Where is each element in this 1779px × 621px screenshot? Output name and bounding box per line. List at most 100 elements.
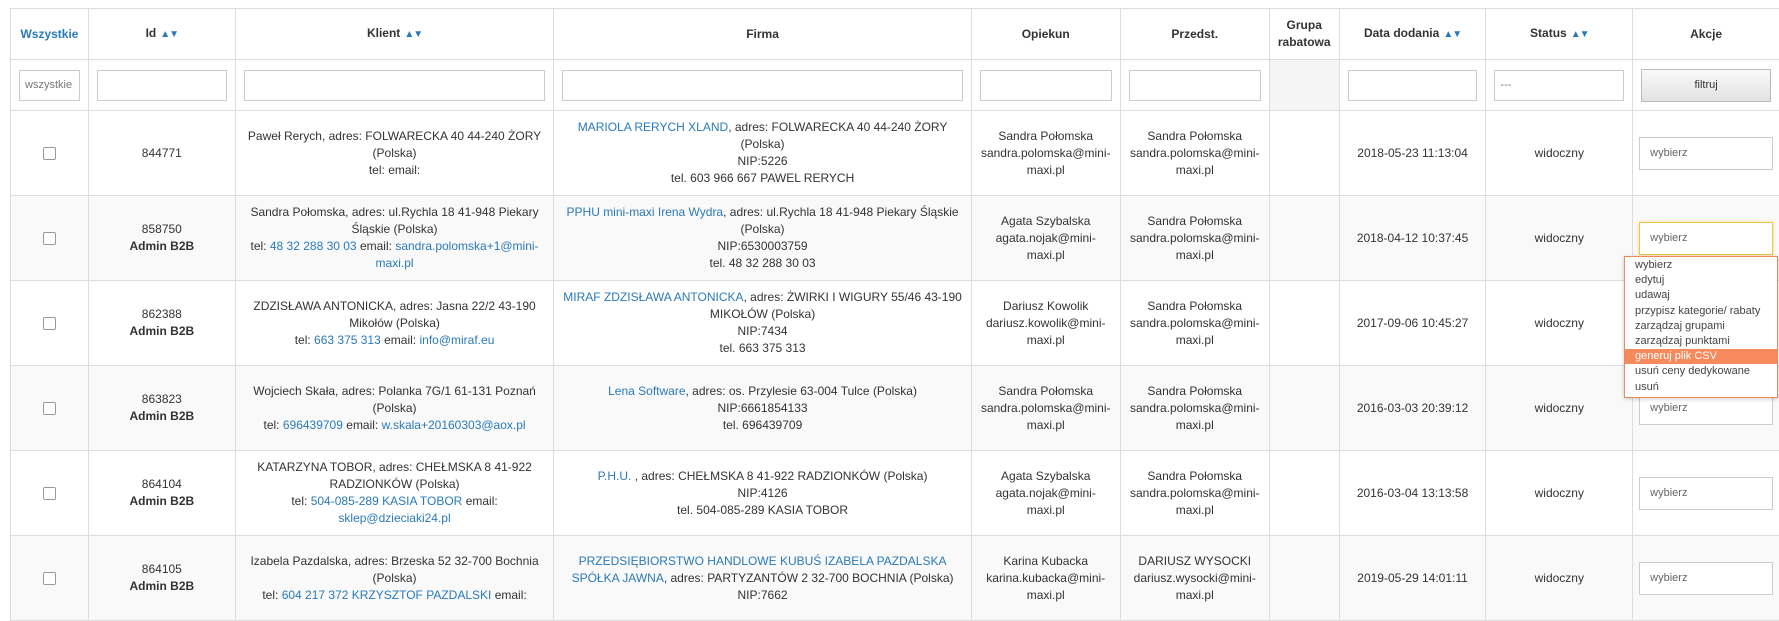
table-row: 864104Admin B2B KATARZYNA TOBOR, adres: … (11, 451, 1779, 536)
action-select[interactable]: wybierz (1639, 137, 1773, 170)
filter-row: wszystkie --- filtruj (11, 60, 1779, 111)
table-row: 844771 Paweł Rerych, adres: FOLWARECKA 4… (11, 111, 1779, 196)
row-checkbox[interactable] (43, 232, 56, 245)
menu-item-usun-ceny[interactable]: usuń ceny dedykowane (1625, 364, 1777, 379)
action-select[interactable]: wybierz (1639, 222, 1773, 255)
klient-email-link[interactable]: info@miraf.eu (419, 333, 494, 347)
data-filter-input[interactable] (1348, 70, 1478, 101)
przedst-filter-input[interactable] (1129, 70, 1261, 101)
sort-arrows-icon[interactable]: ▲▼ (1443, 29, 1461, 40)
klient-email-link[interactable]: sandra.polomska+1@mini-maxi.pl (376, 239, 539, 270)
clients-table: Wszystkie Id▲▼ Klient▲▼ Firma Opiekun Pr… (10, 8, 1779, 621)
table-row: 862388Admin B2B ZDZISŁAWA ANTONICKA, adr… (11, 281, 1779, 366)
opiekun-header: Opiekun (971, 9, 1120, 60)
action-select[interactable]: wybierz (1639, 477, 1773, 510)
menu-item-generuj-csv[interactable]: generuj plik CSV (1625, 349, 1777, 364)
row-data-cell: 2018-05-23 11:13:04 (1339, 111, 1486, 196)
select-filter[interactable]: wszystkie (19, 70, 80, 101)
row-klient-cell: KATARZYNA TOBOR, adres: CHEŁMSKA 8 41-92… (235, 451, 554, 536)
row-klient-cell: Izabela Pazdalska, adres: Brzeska 52 32-… (235, 536, 554, 621)
status-filter-select[interactable]: --- (1494, 70, 1624, 101)
row-przedst-cell: DARIUSZ WYSOCKIdariusz.wysocki@mini-maxi… (1120, 536, 1269, 621)
action-select[interactable]: wybierz (1639, 562, 1773, 595)
menu-item-udawaj[interactable]: udawaj (1625, 288, 1777, 303)
action-dropdown-menu: wybierz edytuj udawaj przypisz kategorie… (1624, 256, 1778, 398)
menu-item-edytuj[interactable]: edytuj (1625, 273, 1777, 288)
klient-tel-link[interactable]: 663 375 313 (314, 333, 381, 347)
firma-filter-input[interactable] (562, 70, 962, 101)
klient-tel-link[interactable]: 504-085-289 KASIA TOBOR (311, 494, 463, 508)
id-header[interactable]: Id▲▼ (88, 9, 235, 60)
row-data-cell: 2017-09-06 10:45:27 (1339, 281, 1486, 366)
table-row: 863823Admin B2B Wojciech Skała, adres: P… (11, 366, 1779, 451)
row-opiekun-cell: Karina Kubackakarina.kubacka@mini-maxi.p… (971, 536, 1120, 621)
row-opiekun-cell: Sandra Połomskasandra.polomska@mini-maxi… (971, 366, 1120, 451)
row-grupa-cell (1269, 536, 1339, 621)
row-id-cell: 862388Admin B2B (88, 281, 235, 366)
sort-arrows-icon[interactable]: ▲▼ (404, 29, 422, 40)
menu-item-zarzadzaj-punktami[interactable]: zarządzaj punktami (1625, 334, 1777, 349)
menu-item-wybierz[interactable]: wybierz (1625, 258, 1777, 273)
row-klient-cell: ZDZISŁAWA ANTONICKA, adres: Jasna 22/2 4… (235, 281, 554, 366)
menu-item-zarzadzaj-grupami[interactable]: zarządzaj grupami (1625, 319, 1777, 334)
row-firma-cell: MIRAF ZDZISŁAWA ANTONICKA, adres: ŻWIRKI… (554, 281, 971, 366)
firma-header: Firma (554, 9, 971, 60)
row-firma-cell: PPHU mini-maxi Irena Wydra, adres: ul.Ry… (554, 196, 971, 281)
klient-email-link[interactable]: sklep@dzieciaki24.pl (338, 511, 450, 525)
row-firma-cell: P.H.U. , adres: CHEŁMSKA 8 41-922 RADZIO… (554, 451, 971, 536)
row-data-cell: 2016-03-03 20:39:12 (1339, 366, 1486, 451)
row-grupa-cell (1269, 451, 1339, 536)
row-opiekun-cell: Agata Szybalskaagata.nojak@mini-maxi.pl (971, 196, 1120, 281)
row-przedst-cell: Sandra Połomskasandra.polomska@mini-maxi… (1120, 366, 1269, 451)
menu-item-przypisz-kategorie[interactable]: przypisz kategorie/ rabaty (1625, 304, 1777, 319)
row-status-cell: widoczny (1486, 536, 1633, 621)
klient-tel-link[interactable]: 48 32 288 30 03 (270, 239, 357, 253)
row-klient-cell: Paweł Rerych, adres: FOLWARECKA 40 44-24… (235, 111, 554, 196)
id-filter-input[interactable] (97, 70, 227, 101)
row-data-cell: 2018-04-12 10:37:45 (1339, 196, 1486, 281)
status-header[interactable]: Status▲▼ (1486, 9, 1633, 60)
sort-arrows-icon[interactable]: ▲▼ (1571, 29, 1589, 40)
row-checkbox[interactable] (43, 572, 56, 585)
row-status-cell: widoczny (1486, 366, 1633, 451)
row-przedst-cell: Sandra Połomskasandra.polomska@mini-maxi… (1120, 111, 1269, 196)
row-data-cell: 2016-03-04 13:13:58 (1339, 451, 1486, 536)
row-firma-cell: PRZEDSIĘBIORSTWO HANDLOWE KUBUŚ IZABELA … (554, 536, 971, 621)
row-klient-cell: Wojciech Skała, adres: Polanka 7G/1 61-1… (235, 366, 554, 451)
przedst-header: Przedst. (1120, 9, 1269, 60)
data-header[interactable]: Data dodania▲▼ (1339, 9, 1486, 60)
row-przedst-cell: Sandra Połomskasandra.polomska@mini-maxi… (1120, 451, 1269, 536)
opiekun-filter-input[interactable] (980, 70, 1112, 101)
firma-link[interactable]: MIRAF ZDZISŁAWA ANTONICKA (563, 290, 743, 304)
firma-link[interactable]: PPHU mini-maxi Irena Wydra (567, 205, 724, 219)
klient-tel-link[interactable]: 696439709 (283, 418, 343, 432)
row-grupa-cell (1269, 366, 1339, 451)
select-all-header[interactable]: Wszystkie (11, 9, 89, 60)
menu-item-usun[interactable]: usuń (1625, 380, 1777, 395)
row-status-cell: widoczny (1486, 281, 1633, 366)
row-firma-cell: MARIOLA RERYCH XLAND, adres: FOLWARECKA … (554, 111, 971, 196)
row-checkbox[interactable] (43, 147, 56, 160)
firma-link[interactable]: Lena Software (608, 384, 685, 398)
klient-email-link[interactable]: w.skala+20160303@aox.pl (382, 418, 526, 432)
row-checkbox[interactable] (43, 402, 56, 415)
row-przedst-cell: Sandra Połomskasandra.polomska@mini-maxi… (1120, 281, 1269, 366)
row-firma-cell: Lena Software, adres: os. Przylesie 63-0… (554, 366, 971, 451)
klient-tel-link[interactable]: 604 217 372 KRZYSZTOF PAZDALSKI (282, 588, 492, 602)
firma-link[interactable]: P.H.U. (598, 469, 635, 483)
row-grupa-cell (1269, 281, 1339, 366)
sort-arrows-icon[interactable]: ▲▼ (160, 29, 178, 40)
row-przedst-cell: Sandra Połomskasandra.polomska@mini-maxi… (1120, 196, 1269, 281)
klient-header[interactable]: Klient▲▼ (235, 9, 554, 60)
row-checkbox[interactable] (43, 487, 56, 500)
row-status-cell: widoczny (1486, 111, 1633, 196)
row-id-cell: 864105Admin B2B (88, 536, 235, 621)
row-opiekun-cell: Dariusz Kowolikdariusz.kowolik@mini-maxi… (971, 281, 1120, 366)
row-status-cell: widoczny (1486, 451, 1633, 536)
klient-filter-input[interactable] (244, 70, 546, 101)
filter-button[interactable]: filtruj (1641, 69, 1771, 102)
row-opiekun-cell: Agata Szybalskaagata.nojak@mini-maxi.pl (971, 451, 1120, 536)
row-id-cell: 863823Admin B2B (88, 366, 235, 451)
row-checkbox[interactable] (43, 317, 56, 330)
firma-link[interactable]: MARIOLA RERYCH XLAND (578, 120, 729, 134)
